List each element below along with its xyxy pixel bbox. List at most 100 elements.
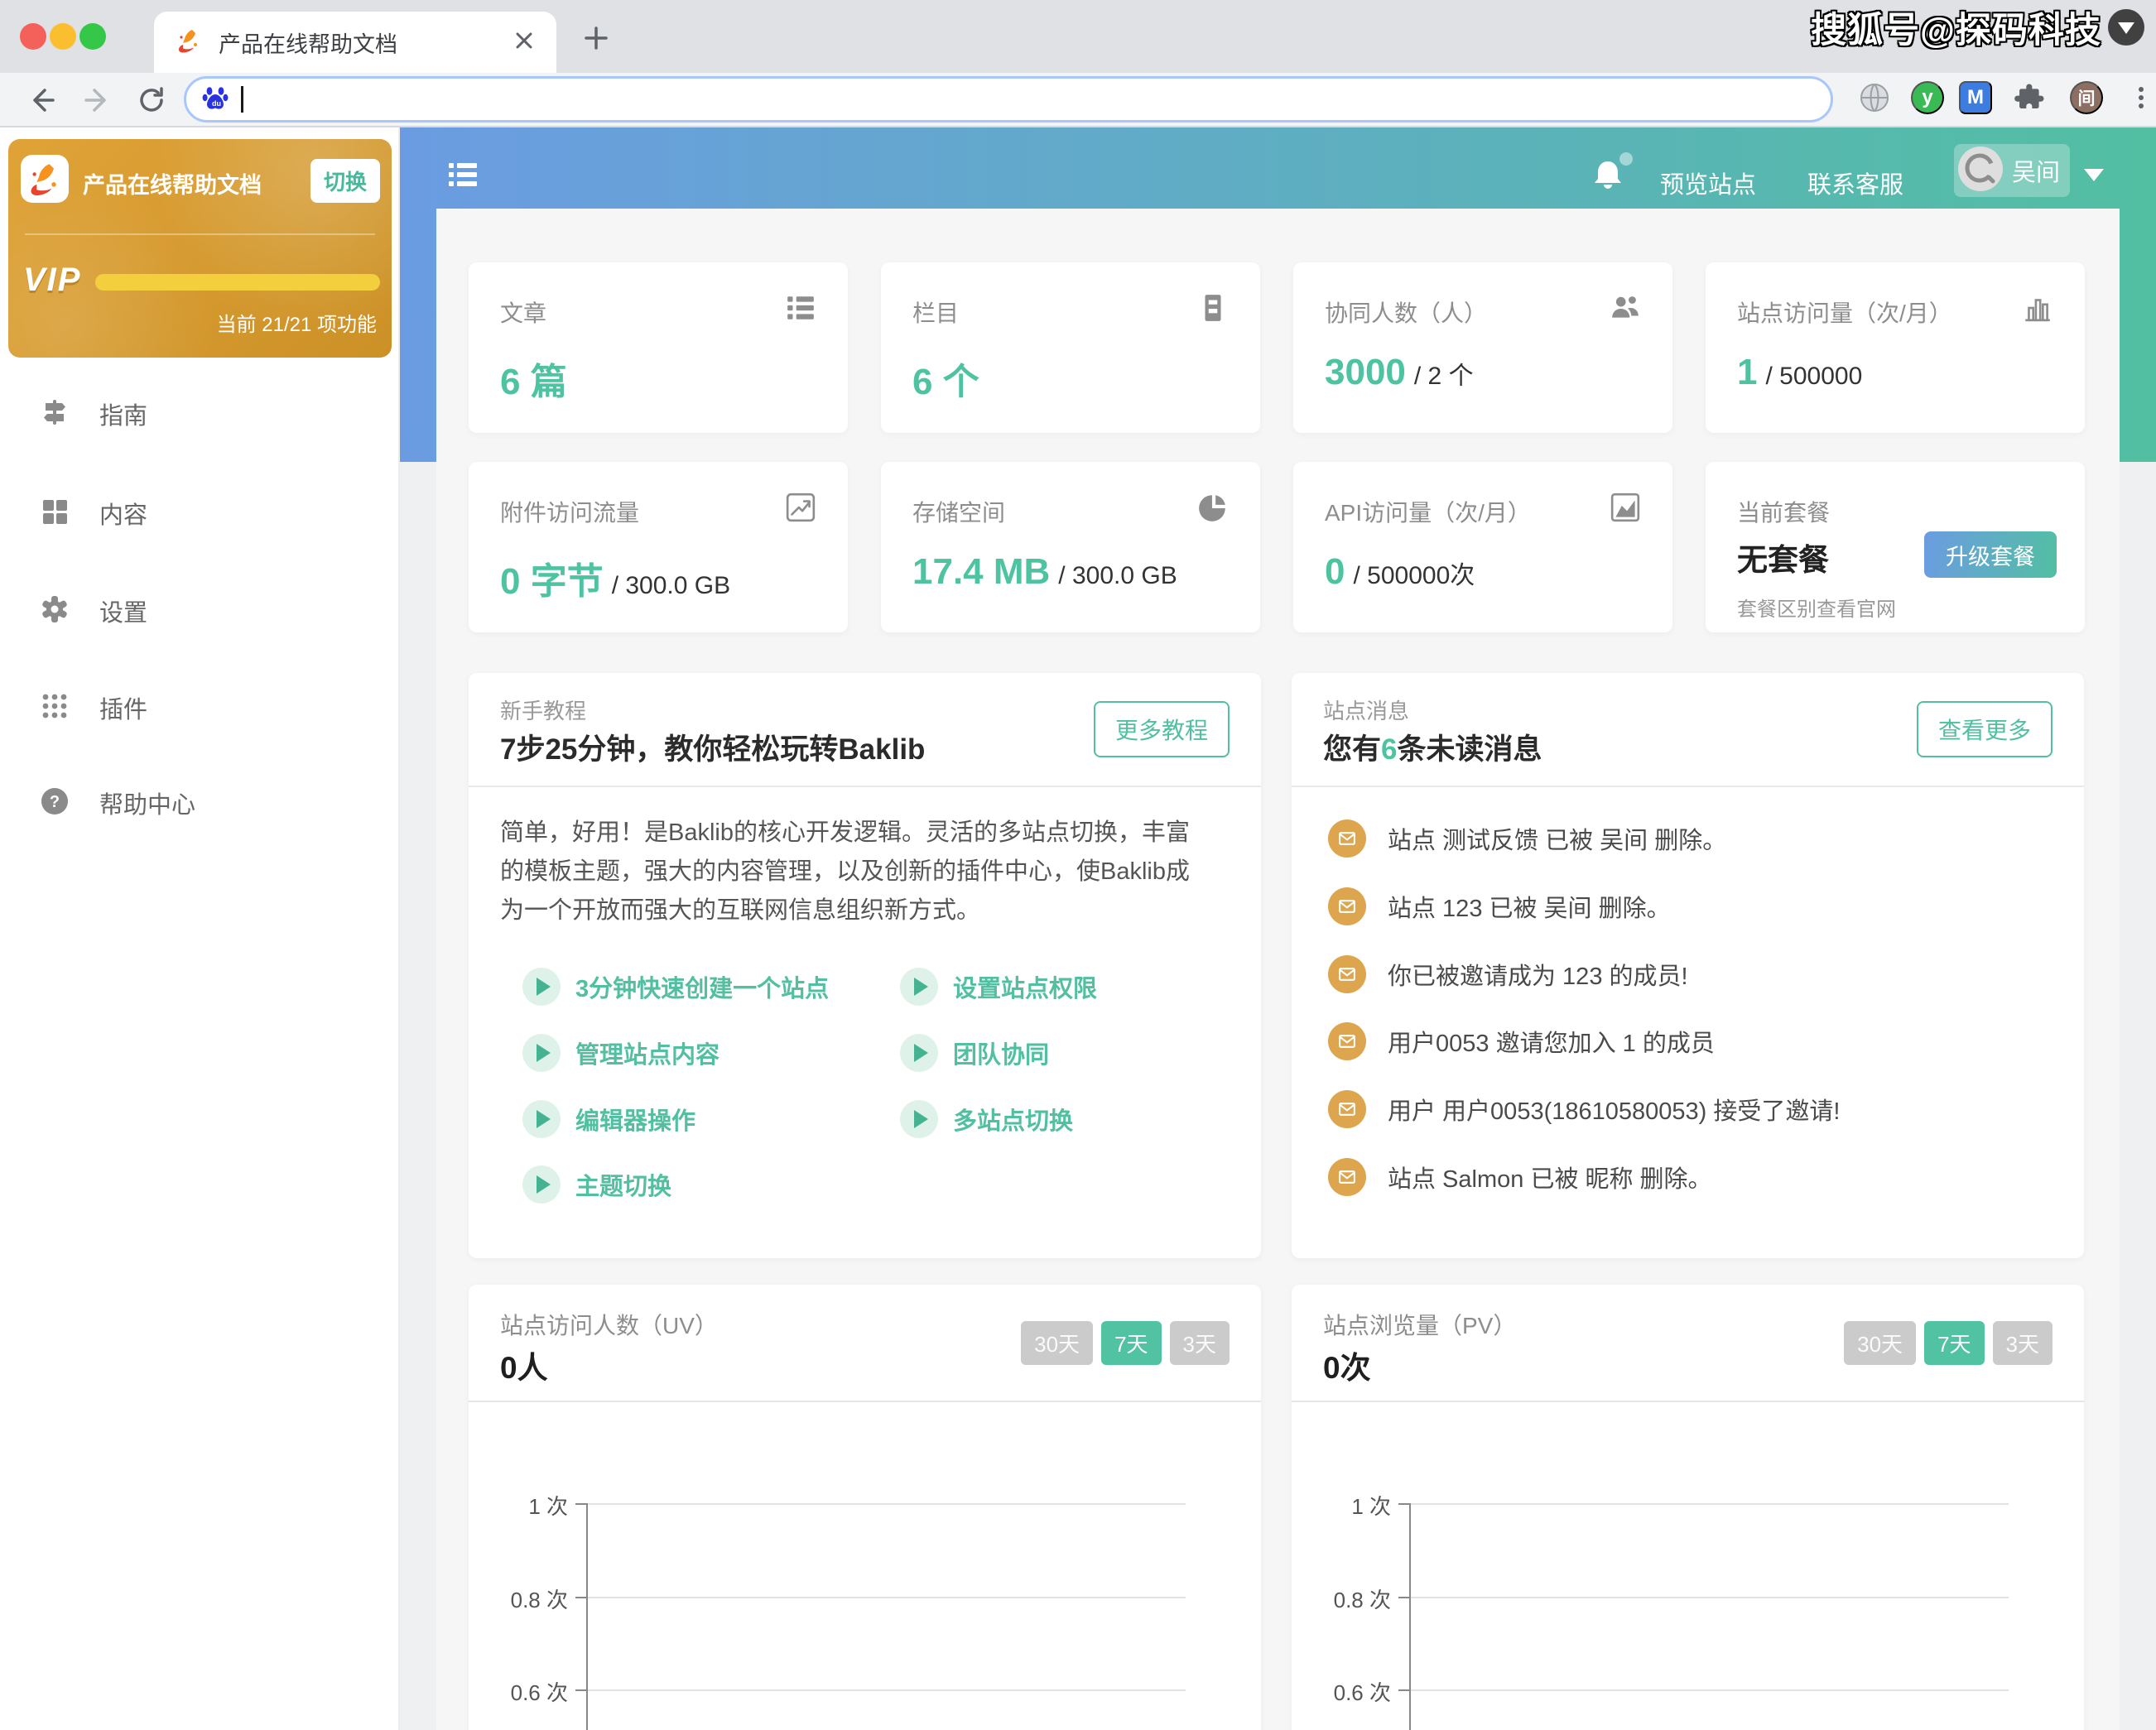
stat-value: 6 个: [912, 352, 988, 405]
username: 吴间: [2012, 153, 2060, 188]
y-tick-label: 1 次: [475, 1490, 568, 1521]
sidebar-item-plugins[interactable]: 插件: [0, 688, 398, 728]
sidebar-item-label: 指南: [99, 396, 147, 431]
tick-mark: [575, 1503, 587, 1505]
sidebar-item-label: 插件: [99, 690, 147, 725]
message-item[interactable]: 用户0053 邀请您加入 1 的成员: [1328, 1022, 1715, 1060]
tutorial-link[interactable]: 管理站点内容: [522, 1034, 719, 1072]
period-30d-button[interactable]: 30天: [1021, 1321, 1093, 1365]
window-minimize-button[interactable]: [50, 23, 76, 50]
play-icon: [900, 968, 938, 1006]
envelope-icon: [1328, 819, 1366, 858]
avatar: [1957, 146, 2004, 196]
tick-mark: [575, 1597, 587, 1598]
stat-value: 6 篇: [500, 352, 575, 405]
message-item[interactable]: 你已被邀请成为 123 的成员!: [1328, 955, 1688, 993]
gridline: [1410, 1597, 2009, 1598]
tutorial-link[interactable]: 3分钟快速创建一个站点: [522, 968, 829, 1006]
sidebar-item-settings[interactable]: 设置: [0, 591, 398, 631]
period-3d-button[interactable]: 3天: [1993, 1321, 2053, 1365]
watermark-text: 搜狐号@探码科技: [1811, 2, 2101, 53]
stat-label: API访问量（次/月）: [1325, 495, 1531, 528]
extension-m-icon[interactable]: M: [1959, 81, 1992, 114]
puzzle-icon[interactable]: [2014, 81, 2047, 118]
uv-chart-title: 站点访问人数（UV）: [500, 1308, 718, 1341]
period-7d-button[interactable]: 7天: [1101, 1321, 1161, 1365]
caret-down-icon[interactable]: [2084, 169, 2104, 181]
stat-label: 存储空间: [912, 495, 1005, 528]
site-logo-rocket-icon: [21, 155, 69, 203]
notification-dot: [1619, 152, 1633, 166]
svg-text:du: du: [212, 99, 221, 108]
new-tab-button[interactable]: [580, 22, 613, 59]
sidebar-item-help-center[interactable]: ? 帮助中心: [0, 783, 398, 823]
globe-icon[interactable]: [1858, 81, 1891, 118]
sidebar-item-content[interactable]: 内容: [0, 493, 398, 533]
tab-close-icon[interactable]: [513, 30, 535, 55]
stat-value: 0/ 500000次: [1325, 551, 1475, 593]
contact-support-link[interactable]: 联系客服: [1807, 166, 1903, 200]
browser-profile-avatar[interactable]: 间: [2070, 81, 2103, 114]
tutorial-link[interactable]: 设置站点权限: [900, 968, 1097, 1006]
envelope-icon: [1328, 1022, 1366, 1060]
url-bar[interactable]: du: [184, 76, 1833, 123]
y-axis-line: [1409, 1503, 1411, 1730]
svg-text:?: ?: [50, 793, 60, 811]
period-30d-button[interactable]: 30天: [1844, 1321, 1916, 1365]
extension-y-icon[interactable]: y: [1911, 81, 1944, 114]
view-more-button[interactable]: 查看更多: [1917, 701, 2053, 757]
menu-dots-icon[interactable]: [2125, 81, 2156, 118]
sidebar: 产品在线帮助文档 切换 VIP 当前 21/21 项功能 指南 内容 设置: [0, 127, 400, 1730]
tutorial-link[interactable]: 团队协同: [900, 1034, 1049, 1072]
tutorial-label: 新手教程: [500, 694, 586, 725]
reload-button[interactable]: [134, 83, 169, 122]
upgrade-plan-button[interactable]: 升级套餐: [1924, 531, 2057, 578]
plan-card: 当前套餐 无套餐 套餐区别查看官网 升级套餐: [1706, 462, 2085, 632]
tutorial-link[interactable]: 编辑器操作: [522, 1100, 695, 1138]
sidebar-item-guide[interactable]: 指南: [0, 394, 398, 434]
gridline: [1410, 1689, 2009, 1691]
window-zoom-button[interactable]: [79, 23, 106, 50]
window-close-button[interactable]: [20, 23, 46, 50]
browser-tab[interactable]: 产品在线帮助文档: [154, 12, 556, 73]
preview-site-link[interactable]: 预览站点: [1660, 166, 1756, 200]
tick-mark: [1398, 1689, 1410, 1691]
more-tutorials-button[interactable]: 更多教程: [1094, 701, 1230, 757]
message-item[interactable]: 站点 测试反馈 已被 吴间 删除。: [1328, 819, 1726, 858]
collapse-menu-icon[interactable]: [447, 159, 479, 195]
period-selector: 30天 7天 3天: [1844, 1321, 2053, 1365]
message-item[interactable]: 用户 用户0053(18610580053) 接受了邀请!: [1328, 1090, 1840, 1128]
sidebar-item-label: 设置: [99, 593, 147, 628]
pv-chart-title: 站点浏览量（PV）: [1323, 1308, 1516, 1341]
main-content: 预览站点 联系客服 吴间 文章 6 篇 栏目 6 个 协同人数（人）: [400, 127, 2156, 1730]
forward-button[interactable]: [79, 83, 114, 122]
stat-card-storage: 存储空间 17.4 MB/ 300.0 GB: [881, 462, 1260, 632]
tutorial-link[interactable]: 主题切换: [522, 1165, 671, 1204]
message-item[interactable]: 站点 Salmon 已被 昵称 删除。: [1328, 1158, 1712, 1196]
column-icon: [1197, 292, 1229, 328]
stat-card-api-usage: API访问量（次/月） 0/ 500000次: [1293, 462, 1672, 632]
uv-chart-card: 站点访问人数（UV） 0人 30天 7天 3天 1 次 0.8 次 0.6 次: [469, 1285, 1261, 1730]
sidebar-item-label: 帮助中心: [99, 786, 195, 820]
period-3d-button[interactable]: 3天: [1170, 1321, 1230, 1365]
envelope-icon: [1328, 887, 1366, 925]
switch-site-button[interactable]: 切换: [310, 159, 380, 203]
stat-value: 1/ 500000: [1737, 352, 1862, 393]
stat-label: 附件访问流量: [500, 495, 639, 528]
back-button[interactable]: [25, 83, 60, 122]
screen: 产品在线帮助文档 du y M: [0, 0, 2156, 1730]
play-icon: [522, 1100, 561, 1138]
gridline: [587, 1689, 1186, 1691]
envelope-icon: [1328, 955, 1366, 993]
tutorial-link[interactable]: 多站点切换: [900, 1100, 1073, 1138]
tick-mark: [1398, 1503, 1410, 1505]
period-7d-button[interactable]: 7天: [1924, 1321, 1984, 1365]
y-tick-label: 1 次: [1298, 1490, 1391, 1521]
message-item[interactable]: 站点 123 已被 吴间 删除。: [1328, 887, 1671, 925]
stat-value: 3000/ 2 个: [1325, 352, 1474, 393]
user-menu[interactable]: 吴间: [1954, 144, 2070, 197]
envelope-icon: [1328, 1090, 1366, 1128]
stat-label: 栏目: [912, 296, 959, 329]
tick-mark: [575, 1689, 587, 1691]
question-circle-icon: ?: [40, 786, 70, 820]
